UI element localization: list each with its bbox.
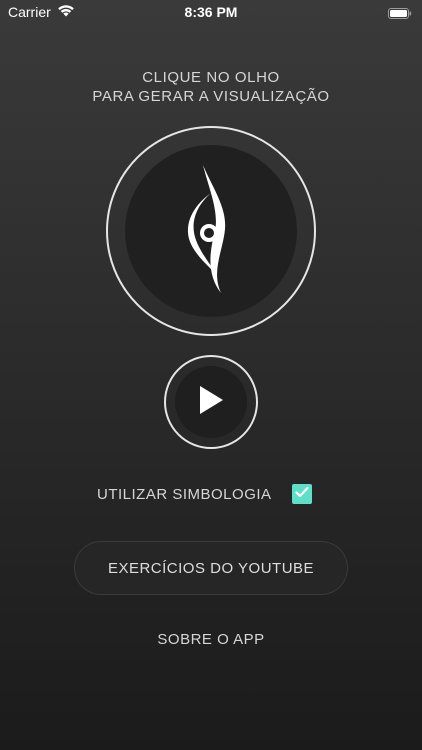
eye-icon [181,159,241,304]
clock: 8:36 PM [184,4,238,20]
instruction-line-2: PARA GERAR A VISUALIZAÇÃO [92,88,330,105]
play-button[interactable] [164,355,258,449]
battery-icon [388,6,412,19]
symbology-label: UTILIZAR SIMBOLOGIA [97,485,272,503]
play-icon [197,384,225,421]
symbology-row: UTILIZAR SIMBOLOGIA [97,484,312,504]
youtube-exercises-button[interactable]: EXERCÍCIOS DO YOUTUBE [74,541,348,595]
checkmark-icon [294,485,309,503]
instruction-line-1: CLIQUE NO OLHO [142,69,280,86]
status-bar: Carrier 8:36 PM [0,0,422,24]
eye-button-inner [125,145,297,317]
symbology-checkbox[interactable] [291,484,312,504]
eye-button[interactable] [106,126,316,336]
about-app-link[interactable]: SOBRE O APP [0,631,422,648]
play-button-inner [175,366,247,438]
youtube-exercises-label: EXERCÍCIOS DO YOUTUBE [107,559,315,577]
instruction-text: CLIQUE NO OLHO PARA GERAR A VISUALIZAÇÃO [0,68,422,106]
